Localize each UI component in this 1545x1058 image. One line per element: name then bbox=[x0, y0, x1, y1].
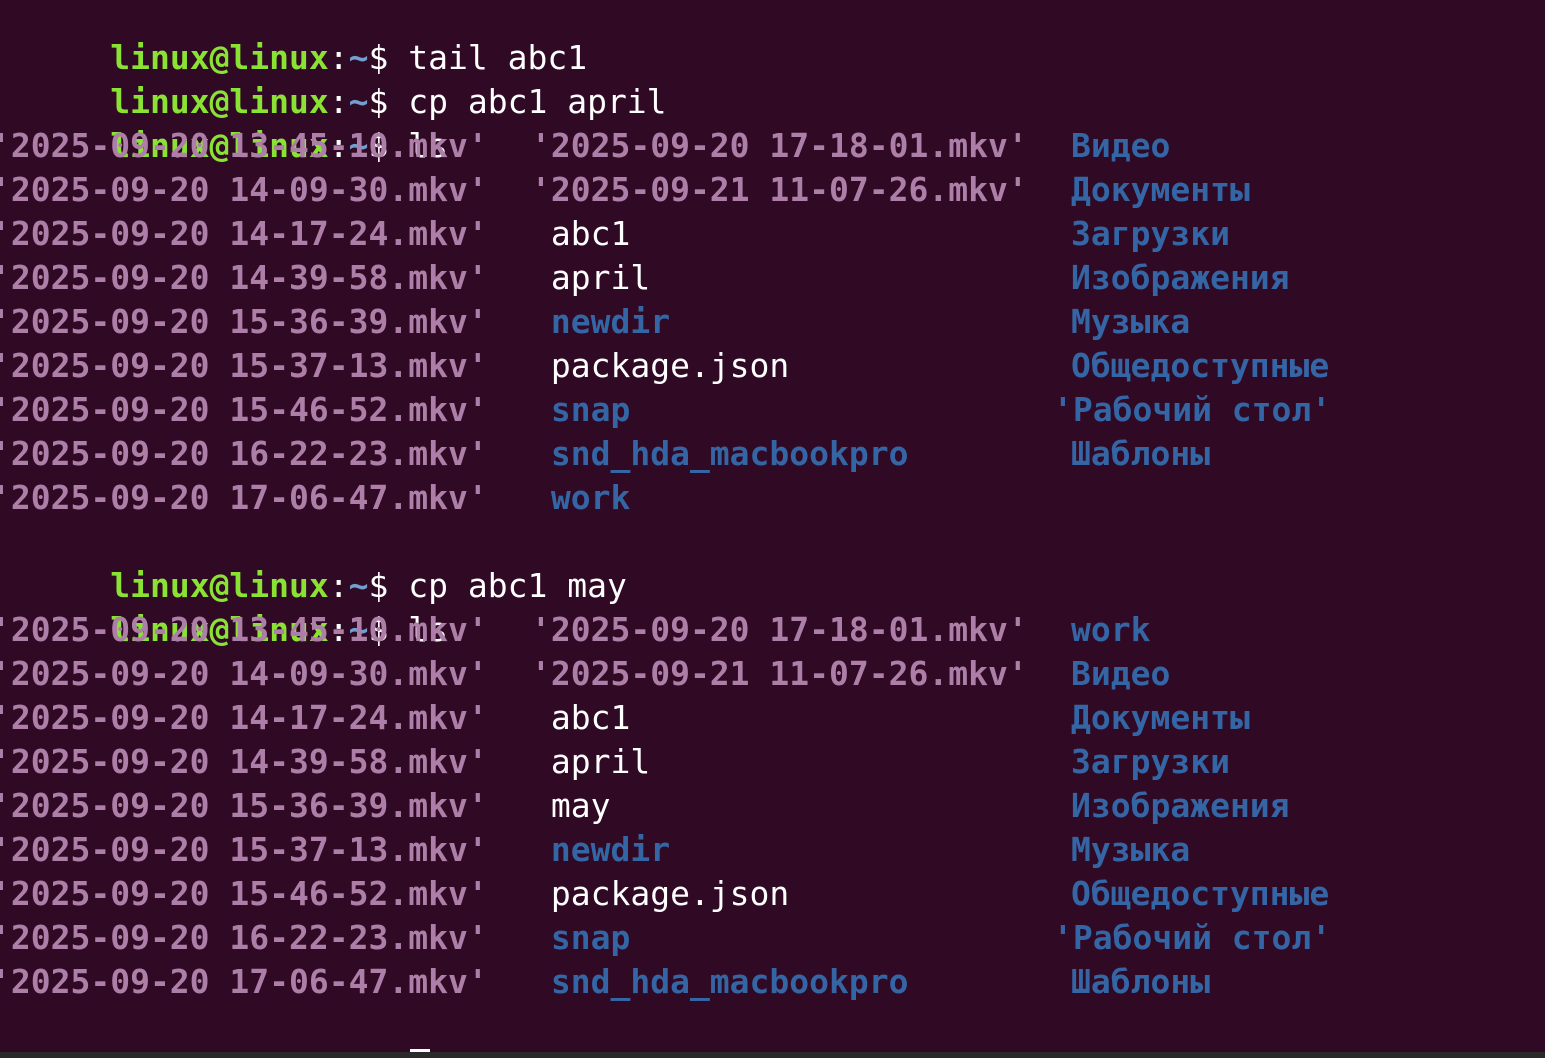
directory-entry: Музыка bbox=[1071, 302, 1191, 341]
directory-entry: work bbox=[531, 478, 631, 517]
directory-entry: snap bbox=[531, 390, 631, 429]
ls-row: '2025-09-20 15-37-13.mkv' package.json Об… bbox=[0, 344, 1545, 388]
prompt-line: linux@linux:~$ tail abc1 bbox=[0, 0, 1545, 77]
media-file-entry: '2025-09-21 11-07-26.mkv' bbox=[531, 654, 1028, 693]
media-file-entry: '2025-09-20 14-09-30.mkv' bbox=[0, 170, 488, 209]
directory-entry: Видео bbox=[1071, 654, 1171, 693]
ls-row: '2025-09-20 13-45-10.mkv' '2025-09-20 17-… bbox=[0, 608, 1545, 652]
ls-row: '2025-09-20 14-09-30.mkv' '2025-09-21 11-… bbox=[0, 168, 1545, 212]
ls-output-1: '2025-09-20 13-45-10.mkv' '2025-09-20 17-… bbox=[0, 124, 1545, 520]
media-file-entry: '2025-09-20 15-37-13.mkv' bbox=[0, 346, 488, 385]
media-file-entry: '2025-09-20 15-37-13.mkv' bbox=[0, 830, 488, 869]
media-file-entry: '2025-09-20 17-18-01.mkv' bbox=[531, 126, 1028, 165]
prompt-line: linux@linux:~$ cp abc1 may bbox=[0, 520, 1545, 605]
ls-output-2: '2025-09-20 13-45-10.mkv' '2025-09-20 17-… bbox=[0, 608, 1545, 1004]
directory-entry: newdir bbox=[531, 302, 671, 341]
ls-row: '2025-09-20 14-39-58.mkv' april Загрузки bbox=[0, 740, 1545, 784]
directory-entry: Документы bbox=[1071, 698, 1250, 737]
active-prompt-line[interactable]: linux@linux:~$ bbox=[0, 1004, 1545, 1058]
directory-entry: 'Рабочий стол' bbox=[1053, 390, 1332, 429]
media-file-entry: '2025-09-20 15-36-39.mkv' bbox=[0, 786, 488, 825]
directory-entry: Загрузки bbox=[1071, 214, 1230, 253]
directory-entry: Документы bbox=[1071, 170, 1250, 209]
media-file-entry: '2025-09-20 17-18-01.mkv' bbox=[531, 610, 1028, 649]
ls-row: '2025-09-20 15-36-39.mkv' may Изображения bbox=[0, 784, 1545, 828]
media-file-entry: '2025-09-20 17-06-47.mkv' bbox=[0, 962, 488, 1001]
directory-entry: newdir bbox=[531, 830, 671, 869]
media-file-entry: '2025-09-20 14-09-30.mkv' bbox=[0, 654, 488, 693]
ls-row: '2025-09-20 17-06-47.mkv' work bbox=[0, 476, 1545, 520]
terminal-bottom-edge bbox=[0, 1052, 1545, 1058]
directory-entry: snd_hda_macbookpro bbox=[531, 434, 909, 473]
ls-row: '2025-09-20 16-22-23.mkv' snap 'Рабочий с… bbox=[0, 916, 1545, 960]
directory-entry: Шаблоны bbox=[1071, 434, 1211, 473]
file-entry: package.json bbox=[531, 874, 790, 913]
directory-entry: Изображения bbox=[1071, 258, 1290, 297]
terminal-window[interactable]: linux@linux:~$ tail abc1 linux@linux:~$ … bbox=[0, 0, 1545, 1058]
directory-entry: Видео bbox=[1071, 126, 1171, 165]
media-file-entry: '2025-09-21 11-07-26.mkv' bbox=[531, 170, 1028, 209]
file-entry: april bbox=[531, 258, 651, 297]
directory-entry: Общедоступные bbox=[1071, 346, 1330, 385]
ls-row: '2025-09-20 13-45-10.mkv' '2025-09-20 17-… bbox=[0, 124, 1545, 168]
directory-entry: snd_hda_macbookpro bbox=[531, 962, 909, 1001]
ls-row: '2025-09-20 16-22-23.mkv' snd_hda_macboo… bbox=[0, 432, 1545, 476]
directory-entry: snap bbox=[531, 918, 631, 957]
prompt-line: linux@linux:~$ ls bbox=[0, 564, 1545, 649]
media-file-entry: '2025-09-20 13-45-10.mkv' bbox=[0, 126, 488, 165]
directory-entry: Загрузки bbox=[1071, 742, 1230, 781]
ls-row: '2025-09-20 14-39-58.mkv' april Изображен… bbox=[0, 256, 1545, 300]
ls-row: '2025-09-20 14-09-30.mkv' '2025-09-21 11-… bbox=[0, 652, 1545, 696]
media-file-entry: '2025-09-20 16-22-23.mkv' bbox=[0, 434, 488, 473]
file-entry: april bbox=[531, 742, 651, 781]
directory-entry: Общедоступные bbox=[1071, 874, 1330, 913]
directory-entry: Изображения bbox=[1071, 786, 1290, 825]
ls-row: '2025-09-20 14-17-24.mkv' abc1 Загрузки bbox=[0, 212, 1545, 256]
media-file-entry: '2025-09-20 17-06-47.mkv' bbox=[0, 478, 488, 517]
file-entry: abc1 bbox=[531, 214, 631, 253]
terminal-output: linux@linux:~$ tail abc1 linux@linux:~$ … bbox=[0, 0, 1545, 1058]
media-file-entry: '2025-09-20 14-17-24.mkv' bbox=[0, 214, 488, 253]
directory-entry: 'Рабочий стол' bbox=[1053, 918, 1332, 957]
media-file-entry: '2025-09-20 16-22-23.mkv' bbox=[0, 918, 488, 957]
ls-row: '2025-09-20 14-17-24.mkv' abc1 Документы bbox=[0, 696, 1545, 740]
ls-row: '2025-09-20 15-46-52.mkv' snap 'Рабочий с… bbox=[0, 388, 1545, 432]
ls-row: '2025-09-20 17-06-47.mkv' snd_hda_macboo… bbox=[0, 960, 1545, 1004]
directory-entry: work bbox=[1071, 610, 1151, 649]
ls-row: '2025-09-20 15-46-52.mkv' package.json Об… bbox=[0, 872, 1545, 916]
media-file-entry: '2025-09-20 14-17-24.mkv' bbox=[0, 698, 488, 737]
file-entry: package.json bbox=[531, 346, 790, 385]
media-file-entry: '2025-09-20 15-46-52.mkv' bbox=[0, 874, 488, 913]
directory-entry: Музыка bbox=[1071, 830, 1191, 869]
media-file-entry: '2025-09-20 13-45-10.mkv' bbox=[0, 610, 488, 649]
media-file-entry: '2025-09-20 14-39-58.mkv' bbox=[0, 742, 488, 781]
media-file-entry: '2025-09-20 14-39-58.mkv' bbox=[0, 258, 488, 297]
ls-row: '2025-09-20 15-37-13.mkv' newdir Музыка bbox=[0, 828, 1545, 872]
media-file-entry: '2025-09-20 15-46-52.mkv' bbox=[0, 390, 488, 429]
directory-entry: Шаблоны bbox=[1071, 962, 1211, 1001]
prompt-line: linux@linux:~$ cp abc1 april bbox=[0, 36, 1545, 121]
media-file-entry: '2025-09-20 15-36-39.mkv' bbox=[0, 302, 488, 341]
prompt-line: linux@linux:~$ ls bbox=[0, 80, 1545, 165]
ls-row: '2025-09-20 15-36-39.mkv' newdir Музыка bbox=[0, 300, 1545, 344]
file-entry: abc1 bbox=[531, 698, 631, 737]
file-entry: may bbox=[531, 786, 611, 825]
